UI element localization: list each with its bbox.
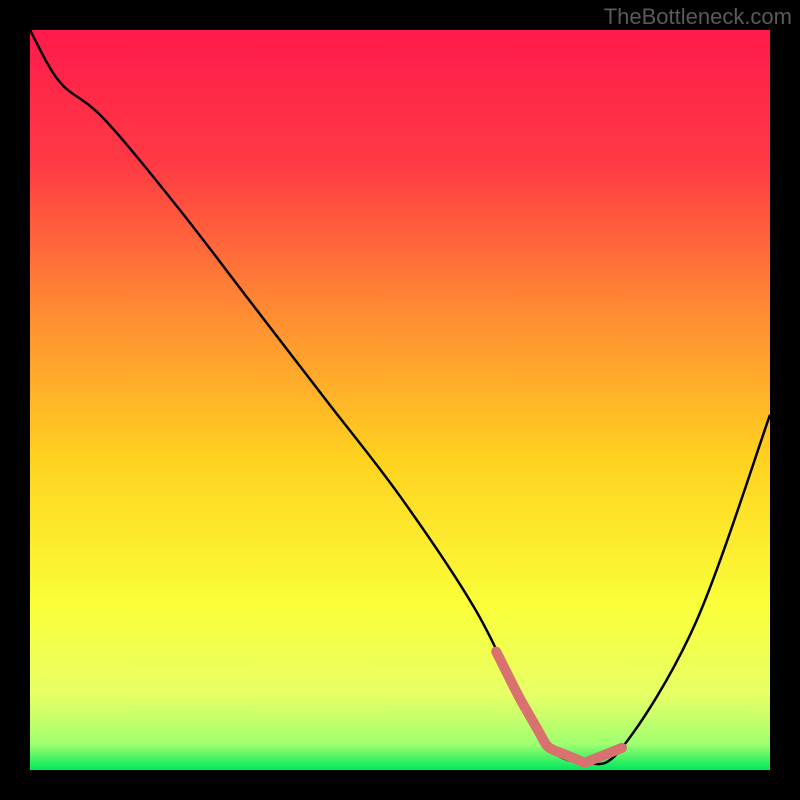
watermark-text: TheBottleneck.com xyxy=(604,4,792,30)
optimal-zone-highlight xyxy=(30,30,770,770)
plot-area xyxy=(30,30,770,770)
chart-frame xyxy=(30,30,770,770)
